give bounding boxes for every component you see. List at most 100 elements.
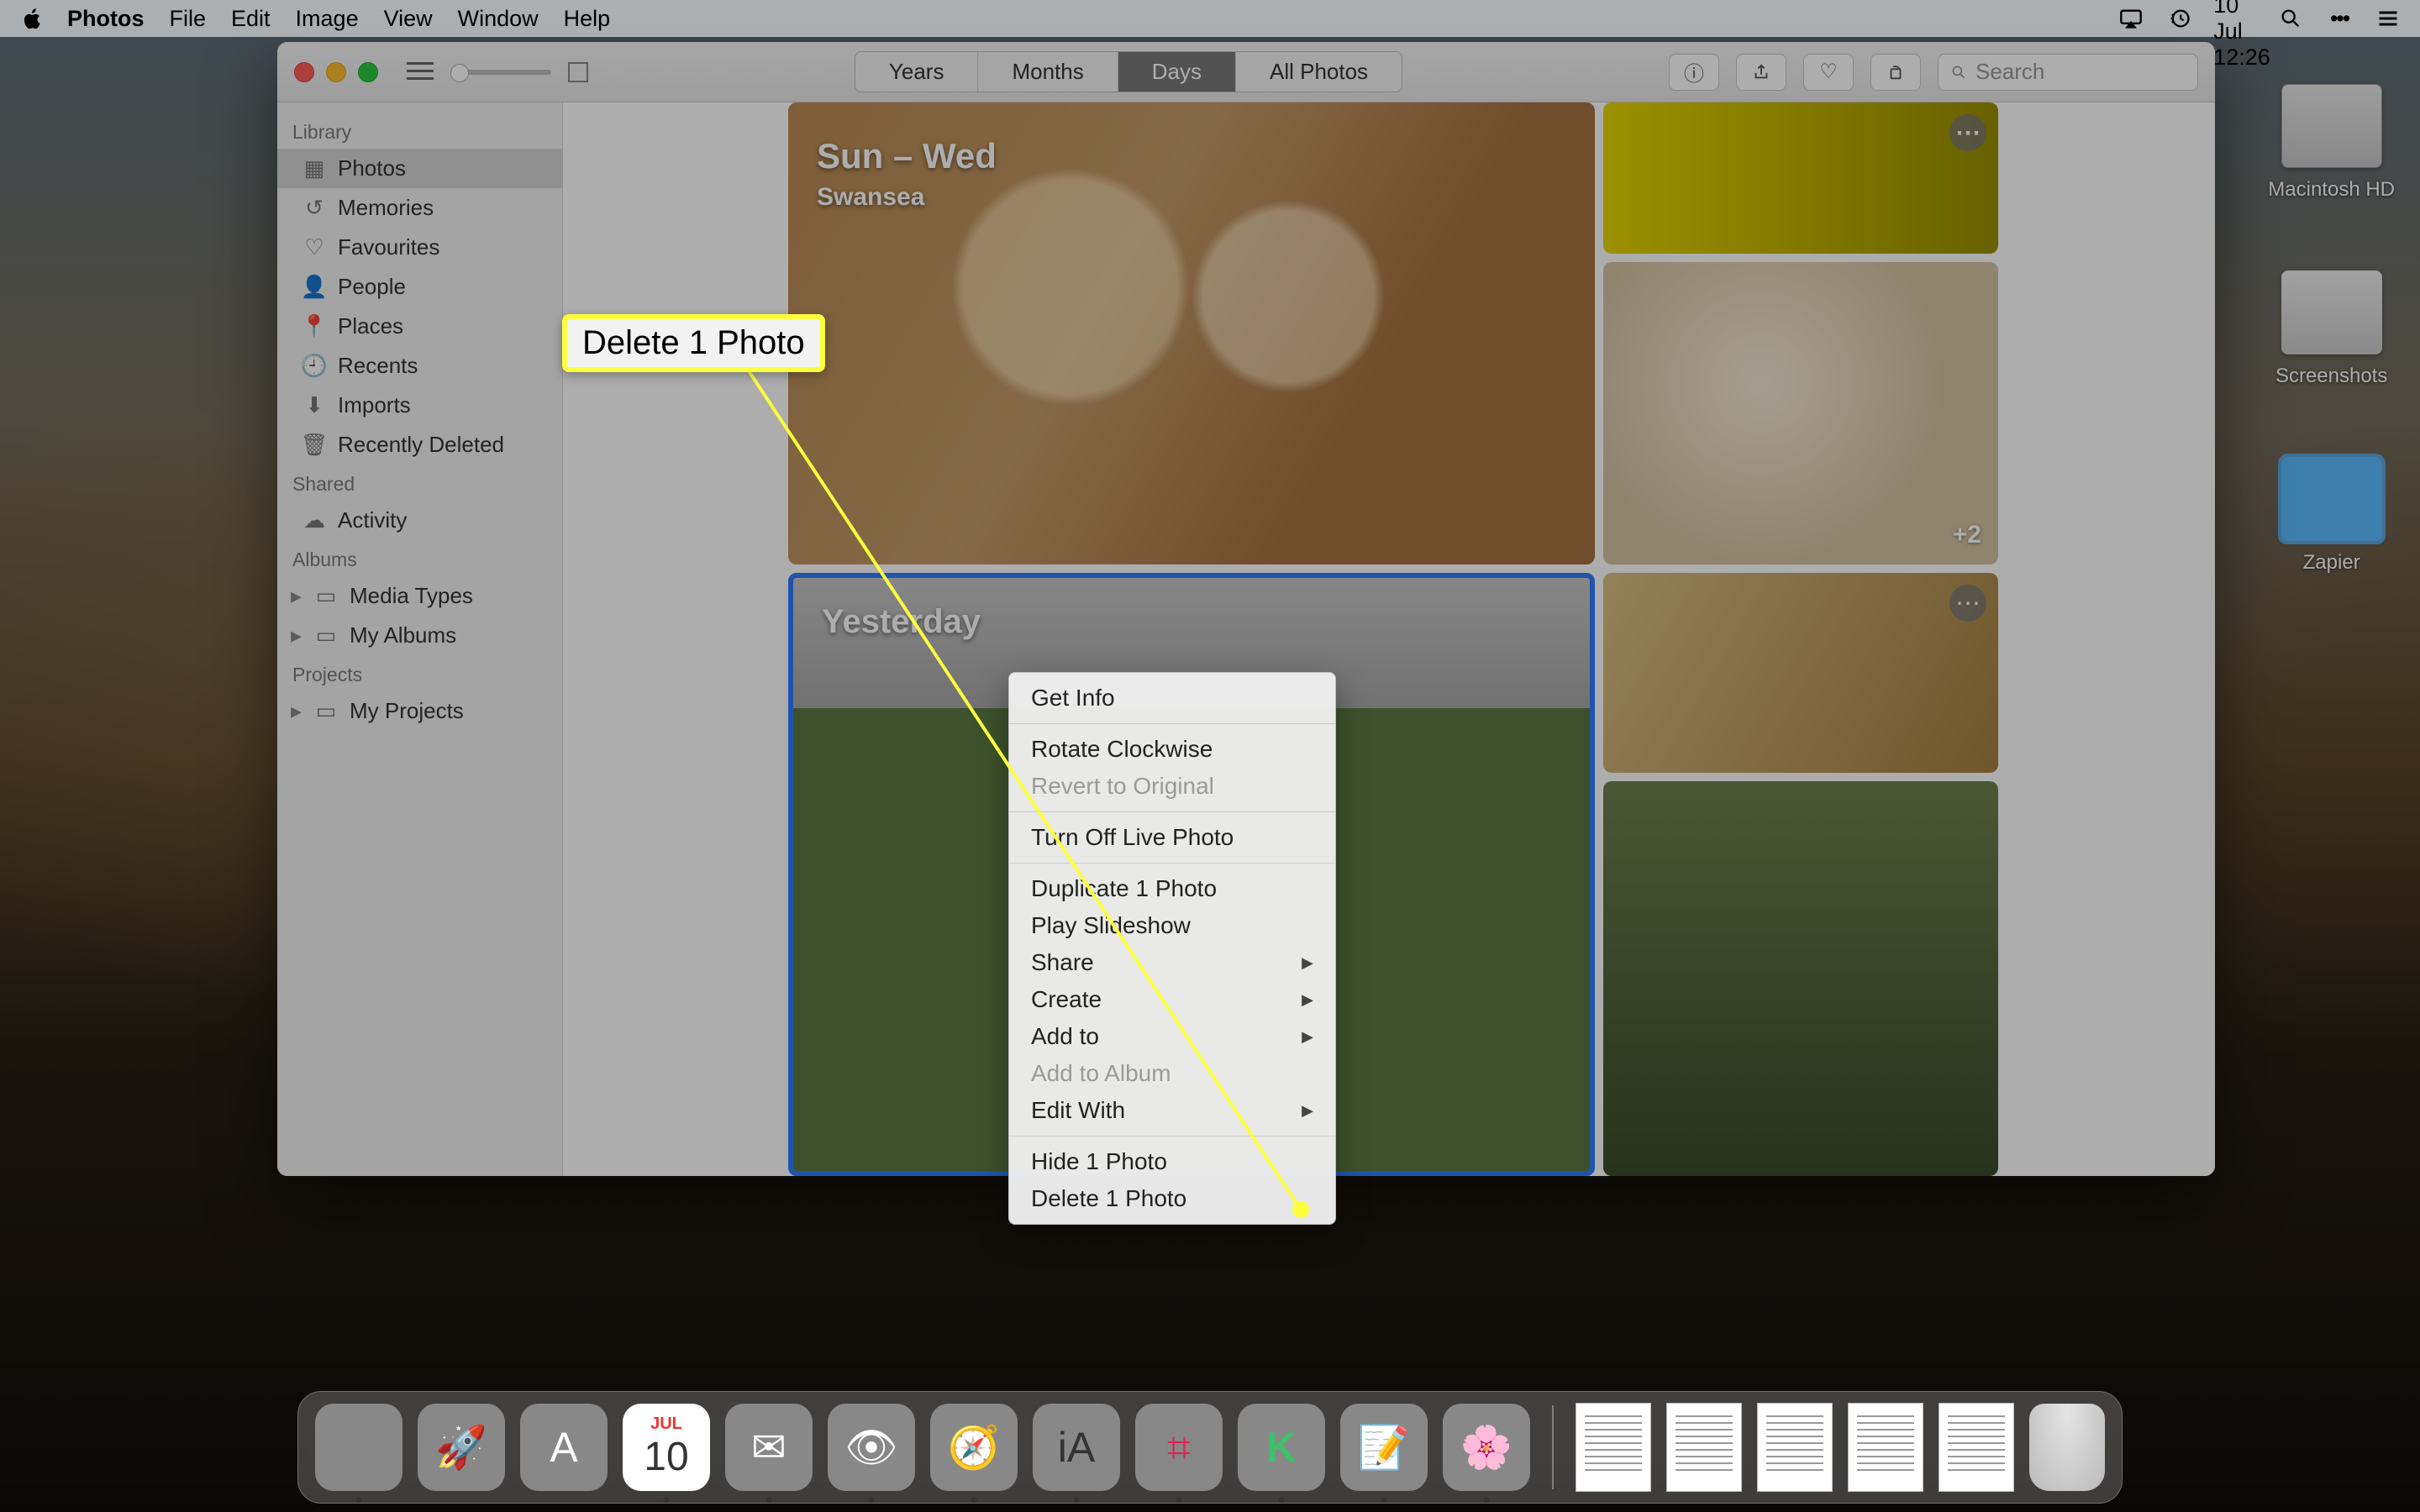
search-placeholder: Search	[1975, 59, 2044, 85]
apple-menu-icon[interactable]	[20, 6, 45, 31]
sidebar-item-activity[interactable]: ☁Activity	[277, 501, 562, 540]
menu-separator	[1009, 863, 1335, 864]
menu-get-info[interactable]: Get Info	[1009, 680, 1335, 717]
photo-thumb-food[interactable]: +2	[1603, 262, 1998, 564]
dock-safari[interactable]: 🧭	[930, 1404, 1018, 1491]
dock-textedit[interactable]: 📝	[1340, 1404, 1428, 1491]
dock-calendar[interactable]: JUL10	[623, 1404, 710, 1491]
desktop-icon-hd[interactable]: Macintosh HD	[2261, 84, 2402, 203]
photo-thumb-poster[interactable]: ⋯	[1603, 102, 1998, 254]
zoom-slider[interactable]	[450, 70, 551, 75]
trash-icon: 🗑	[302, 433, 326, 457]
sidebar-item-label: My Projects	[350, 698, 464, 724]
zoom-max-icon[interactable]	[568, 62, 588, 82]
desktop-icon-zapier[interactable]: Zapier	[2281, 457, 2382, 576]
search-field[interactable]: Search	[1938, 54, 2198, 91]
sidebar-item-label: Media Types	[350, 583, 473, 609]
photos-icon: ▦	[302, 157, 326, 181]
menubar[interactable]: Photos File Edit Image View Window Help …	[0, 0, 2420, 37]
photo-thumb-bread[interactable]: ⋯	[1603, 573, 1998, 773]
sidebar-item-recently-deleted[interactable]: 🗑 Recently Deleted	[277, 425, 562, 465]
dock-preview[interactable]: 👁	[828, 1404, 915, 1491]
timemachine-icon[interactable]	[2168, 7, 2191, 30]
menu-file[interactable]: File	[170, 6, 207, 32]
dock-photos[interactable]: 🌸	[1443, 1404, 1530, 1491]
sidebar-item-favourites[interactable]: ♡Favourites	[277, 228, 562, 267]
more-icon[interactable]: ⋯	[1949, 114, 1986, 151]
airplay-icon[interactable]	[2119, 7, 2143, 30]
menu-rotate-clockwise[interactable]: Rotate Clockwise	[1009, 731, 1335, 768]
spotlight-icon[interactable]	[2279, 7, 2302, 30]
desktop-icon-screenshots[interactable]: Screenshots	[2269, 270, 2394, 390]
more-icon[interactable]: ⋯	[1949, 585, 1986, 622]
dock-document[interactable]	[1848, 1403, 1923, 1492]
menu-add-to[interactable]: Add to	[1009, 1018, 1335, 1055]
info-button[interactable]: ⓘ	[1669, 54, 1719, 91]
chevron-right-icon: ▸	[291, 622, 302, 648]
dock-launchpad[interactable]: 🚀	[418, 1404, 505, 1491]
photo-grid: Sun – Wed Swansea ⋯ +2 Yesterday ⋯	[563, 102, 2215, 1176]
desktop-label: Screenshots	[2269, 363, 2394, 390]
sidebar-item-people[interactable]: 👤People	[277, 267, 562, 307]
notification-center-icon[interactable]	[2376, 7, 2400, 30]
share-button[interactable]	[1736, 54, 1786, 91]
menu-play-slideshow[interactable]: Play Slideshow	[1009, 907, 1335, 944]
seg-months[interactable]: Months	[978, 52, 1118, 92]
sidebar-item-media-types[interactable]: ▸▭Media Types	[277, 576, 562, 616]
favourite-button[interactable]: ♡	[1803, 54, 1854, 91]
menu-hide-photo[interactable]: Hide 1 Photo	[1009, 1143, 1335, 1180]
menu-edit-with[interactable]: Edit With	[1009, 1092, 1335, 1129]
rotate-button[interactable]	[1870, 54, 1921, 91]
dock-document[interactable]	[1666, 1403, 1742, 1492]
dock-mail[interactable]: ✉	[725, 1404, 813, 1491]
dock-document[interactable]	[1939, 1403, 2014, 1492]
photo-thumb-garden[interactable]	[1603, 781, 1998, 1176]
dock-appstore[interactable]: A	[520, 1404, 608, 1491]
menu-turn-off-live[interactable]: Turn Off Live Photo	[1009, 819, 1335, 856]
sidebar-item-imports[interactable]: ⬇Imports	[277, 386, 562, 425]
dock-finder[interactable]	[315, 1404, 402, 1491]
dock-knotes[interactable]: K	[1238, 1404, 1325, 1491]
menu-create[interactable]: Create	[1009, 981, 1335, 1018]
menu-duplicate[interactable]: Duplicate 1 Photo	[1009, 870, 1335, 907]
chevron-right-icon: ▸	[291, 583, 302, 609]
sidebar-item-photos[interactable]: ▦Photos	[277, 149, 562, 188]
window-fullscreen[interactable]	[358, 62, 378, 82]
dock-trash[interactable]	[2029, 1404, 2105, 1491]
dock-document[interactable]	[1576, 1403, 1651, 1492]
sidebar-section-albums: Albums	[277, 540, 562, 576]
menu-image[interactable]: Image	[296, 6, 359, 32]
sidebar-item-places[interactable]: 📍Places	[277, 307, 562, 346]
sidebar-item-memories[interactable]: ↺Memories	[277, 188, 562, 228]
window-controls	[294, 62, 378, 82]
sidebar-toggle-icon[interactable]	[407, 62, 434, 82]
sidebar-item-recents[interactable]: 🕘Recents	[277, 346, 562, 386]
card-title: Sun – Wed	[817, 136, 997, 176]
dock-slack[interactable]: ⌗	[1135, 1404, 1223, 1491]
menu-share[interactable]: Share	[1009, 944, 1335, 981]
siri-icon[interactable]: •••	[2328, 7, 2351, 30]
sidebar-section-shared: Shared	[277, 465, 562, 501]
seg-days[interactable]: Days	[1118, 52, 1236, 92]
sidebar-item-my-albums[interactable]: ▸▭My Albums	[277, 616, 562, 655]
app-name[interactable]: Photos	[67, 6, 145, 32]
dock-iawriter[interactable]: iA	[1033, 1404, 1120, 1491]
sidebar-item-my-projects[interactable]: ▸▭My Projects	[277, 691, 562, 731]
menu-view[interactable]: View	[384, 6, 433, 32]
seg-years[interactable]: Years	[855, 52, 979, 92]
seg-all[interactable]: All Photos	[1236, 52, 1402, 92]
menu-window[interactable]: Window	[458, 6, 539, 32]
menu-separator	[1009, 1136, 1335, 1137]
window-minimize[interactable]	[326, 62, 346, 82]
context-menu: Get Info Rotate Clockwise Revert to Orig…	[1008, 672, 1336, 1225]
pin-icon: 📍	[302, 315, 326, 339]
menu-delete-photo[interactable]: Delete 1 Photo	[1009, 1180, 1335, 1217]
photo-card-hero[interactable]: Sun – Wed Swansea	[788, 102, 1595, 564]
sidebar-item-label: Recently Deleted	[338, 432, 504, 458]
cloud-icon: ☁	[302, 509, 326, 533]
menu-help[interactable]: Help	[564, 6, 611, 32]
menubar-datetime[interactable]: Fri 10 Jul 12:26	[2230, 7, 2254, 30]
menu-edit[interactable]: Edit	[231, 6, 271, 32]
window-close[interactable]	[294, 62, 314, 82]
dock-document[interactable]	[1757, 1403, 1833, 1492]
